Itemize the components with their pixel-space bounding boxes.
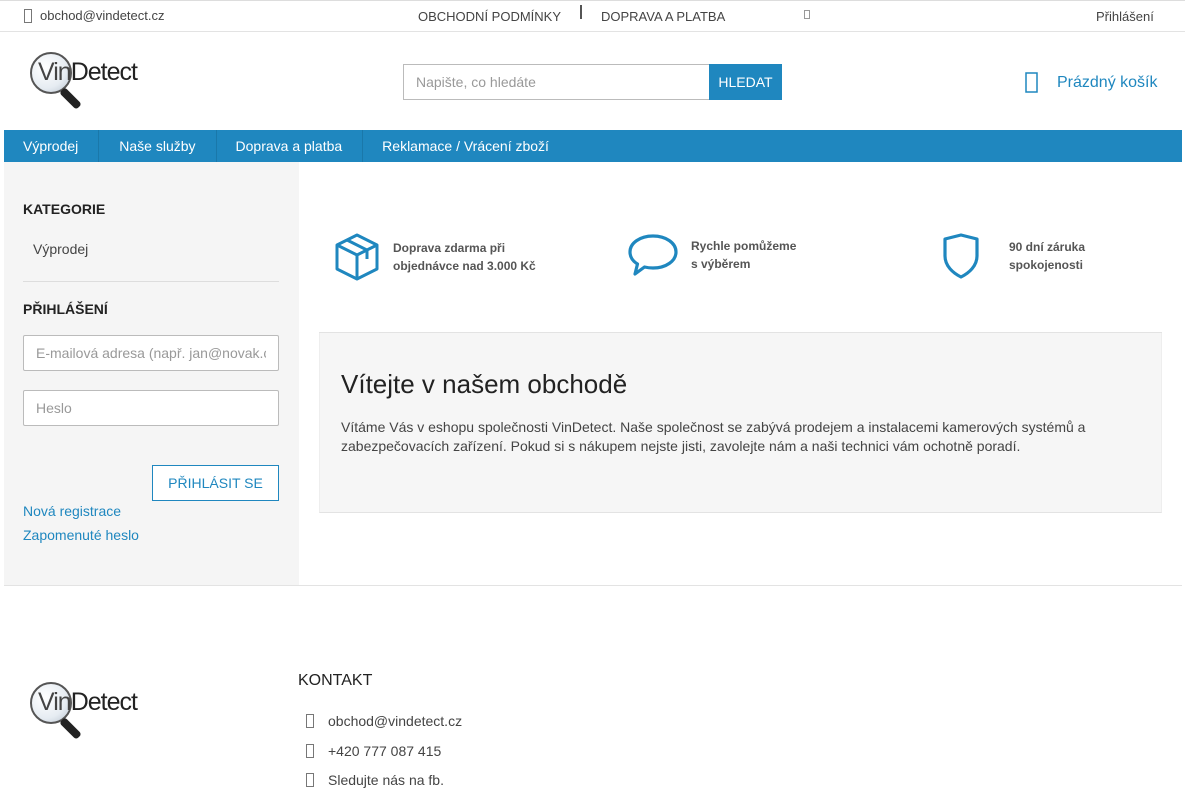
password-field[interactable] bbox=[23, 390, 279, 426]
footer-magnifier-handle-icon bbox=[59, 717, 82, 740]
welcome-title: Vítejte v našem obchodě bbox=[341, 369, 628, 399]
facebook-icon bbox=[306, 773, 314, 787]
search-button[interactable]: HLEDAT bbox=[709, 64, 782, 100]
nav-item-services[interactable]: Naše služby bbox=[99, 130, 217, 162]
magnifier-handle-icon bbox=[59, 87, 82, 110]
cart-icon bbox=[1025, 72, 1038, 93]
category-item-sale[interactable]: Výprodej bbox=[33, 241, 88, 257]
main-nav: Výprodej Naše služby Doprava a platba Re… bbox=[4, 130, 1182, 162]
footer-facebook[interactable]: Sledujte nás na fb. bbox=[306, 772, 444, 788]
topbar-login-link[interactable]: Přihlášení bbox=[1096, 9, 1154, 24]
footer-phone[interactable]: +420 777 087 415 bbox=[306, 743, 441, 759]
topbar-link-shipping[interactable]: DOPRAVA A PLATBA bbox=[601, 9, 725, 24]
benefit-free-shipping: Doprava zdarma při objednávce nad 3.000 … bbox=[333, 232, 536, 282]
benefit-guarantee-line2: spokojenosti bbox=[1009, 258, 1084, 272]
footer-logo-text: VinDetect bbox=[38, 688, 138, 716]
login-title: PŘIHLÁŠENÍ bbox=[23, 301, 108, 317]
topbar-link-terms[interactable]: OBCHODNÍ PODMÍNKY bbox=[418, 9, 561, 24]
logo-text: VinDetect bbox=[38, 58, 138, 86]
welcome-text: Vítáme Vás v eshopu společnosti VinDetec… bbox=[341, 419, 1086, 454]
footer-phone-text: +420 777 087 415 bbox=[328, 743, 442, 759]
nav-item-sale[interactable]: Výprodej bbox=[4, 130, 100, 162]
chat-bubble-icon bbox=[628, 234, 678, 276]
nav-item-returns[interactable]: Reklamace / Vrácení zboží bbox=[363, 130, 569, 162]
benefit-quick-help-line1: Rychle pomůžeme bbox=[691, 239, 797, 253]
benefit-quick-help-line2: s výběrem bbox=[691, 257, 751, 271]
footer-logo[interactable]: VinDetect bbox=[28, 680, 138, 740]
footer-facebook-text: Sledujte nás na fb. bbox=[328, 772, 444, 788]
box-icon bbox=[335, 233, 379, 281]
benefit-guarantee: 90 dní záruka spokojenosti bbox=[941, 232, 1085, 280]
footer-email[interactable]: obchod@vindetect.cz bbox=[306, 713, 462, 729]
footer-divider bbox=[4, 585, 1182, 586]
login-button[interactable]: PŘIHLÁSIT SE bbox=[152, 465, 279, 501]
mail-icon bbox=[24, 8, 32, 23]
phone-icon bbox=[306, 744, 314, 758]
mail-icon bbox=[306, 714, 314, 728]
forgot-password-link[interactable]: Zapomenuté heslo bbox=[23, 527, 139, 543]
nav-item-shipping[interactable]: Doprava a platba bbox=[217, 130, 364, 162]
sidebar: KATEGORIE Výprodej PŘIHLÁŠENÍ PŘIHLÁSIT … bbox=[4, 162, 299, 586]
welcome-panel: Vítejte v našem obchodě Vítáme Vás v esh… bbox=[319, 333, 1162, 513]
topbar-dropdown-icon[interactable] bbox=[804, 10, 810, 19]
search-bar: HLEDAT bbox=[403, 64, 782, 100]
email-field[interactable] bbox=[23, 335, 279, 371]
categories-title: KATEGORIE bbox=[23, 201, 106, 217]
shield-icon bbox=[943, 233, 979, 279]
top-bar: obchod@vindetect.cz OBCHODNÍ PODMÍNKY DO… bbox=[0, 0, 1185, 32]
cart-link[interactable]: Prázdný košík bbox=[1025, 72, 1157, 94]
benefit-quick-help: Rychle pomůžeme s výběrem bbox=[627, 232, 796, 278]
search-input[interactable] bbox=[403, 64, 709, 100]
register-link[interactable]: Nová registrace bbox=[23, 503, 121, 519]
benefit-free-shipping-line2: objednávce nad 3.000 Kč bbox=[393, 259, 536, 273]
cart-label: Prázdný košík bbox=[1057, 74, 1158, 91]
footer-email-text: obchod@vindetect.cz bbox=[328, 713, 463, 729]
footer-contact-title: KONTAKT bbox=[298, 672, 373, 689]
benefit-free-shipping-line1: Doprava zdarma při bbox=[393, 241, 506, 255]
topbar-email-text: obchod@vindetect.cz bbox=[40, 8, 165, 23]
topbar-email[interactable]: obchod@vindetect.cz bbox=[24, 8, 165, 23]
header-logo[interactable]: VinDetect bbox=[28, 50, 138, 110]
topbar-separator bbox=[580, 5, 582, 19]
sidebar-divider bbox=[23, 281, 279, 282]
benefit-guarantee-line1: 90 dní záruka bbox=[1009, 240, 1086, 254]
